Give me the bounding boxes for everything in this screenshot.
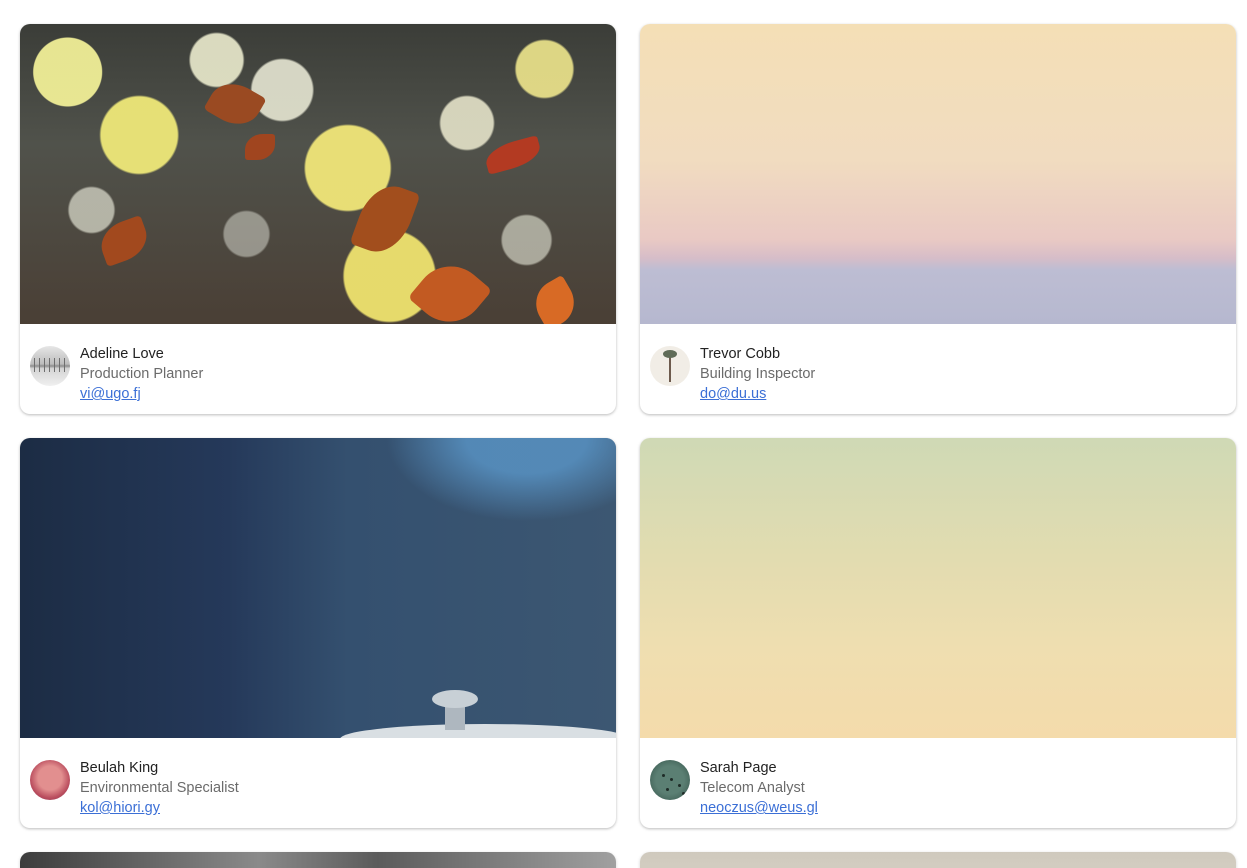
profile-role: Environmental Specialist — [80, 780, 239, 796]
leaf-shape — [203, 74, 267, 134]
knob-top-shape — [432, 690, 478, 708]
email-link[interactable]: do@du.us — [700, 384, 766, 404]
profile-name: Sarah Page — [700, 760, 777, 776]
knob-base-shape — [340, 724, 616, 738]
profile-role: Telecom Analyst — [700, 780, 805, 796]
profile-role: Building Inspector — [700, 366, 816, 382]
profile-info: Sarah Page Telecom Analyst neoczus@weus.… — [640, 738, 1236, 828]
profile-name: Beulah King — [80, 760, 159, 776]
partial-card-cover — [20, 852, 616, 868]
profile-info: Adeline Love Production Planner vi@ugo.f… — [20, 324, 616, 414]
leaf-shape — [482, 135, 544, 175]
leaf-shape — [527, 274, 583, 324]
profile-name: Adeline Love — [80, 346, 164, 362]
profile-card[interactable]: Beulah King Environmental Specialist kol… — [20, 438, 616, 828]
cover-image — [20, 24, 616, 324]
avatar — [650, 346, 690, 386]
cover-image — [20, 438, 616, 738]
leaf-shape — [349, 177, 421, 261]
cover-image — [640, 24, 1236, 324]
profile-info: Beulah King Environmental Specialist kol… — [20, 738, 616, 828]
leaf-shape — [94, 214, 154, 268]
avatar — [650, 760, 690, 800]
profile-card[interactable]: Adeline Love Production Planner vi@ugo.f… — [20, 24, 616, 414]
profile-name: Trevor Cobb — [700, 346, 781, 362]
profile-card-grid: Adeline Love Production Planner vi@ugo.f… — [20, 24, 1236, 828]
profile-card[interactable]: Sarah Page Telecom Analyst neoczus@weus.… — [640, 438, 1236, 828]
profile-info: Trevor Cobb Building Inspector do@du.us — [640, 324, 1236, 414]
cover-image — [640, 438, 1236, 738]
email-link[interactable]: neoczus@weus.gl — [700, 798, 818, 818]
profile-card[interactable]: Trevor Cobb Building Inspector do@du.us — [640, 24, 1236, 414]
leaf-shape — [245, 134, 275, 160]
email-link[interactable]: vi@ugo.fj — [80, 384, 141, 404]
leaf-shape — [407, 251, 493, 324]
email-link[interactable]: kol@hiori.gy — [80, 798, 160, 818]
avatar — [30, 346, 70, 386]
profile-role: Production Planner — [80, 366, 204, 382]
avatar — [30, 760, 70, 800]
partial-card-cover — [640, 852, 1236, 868]
